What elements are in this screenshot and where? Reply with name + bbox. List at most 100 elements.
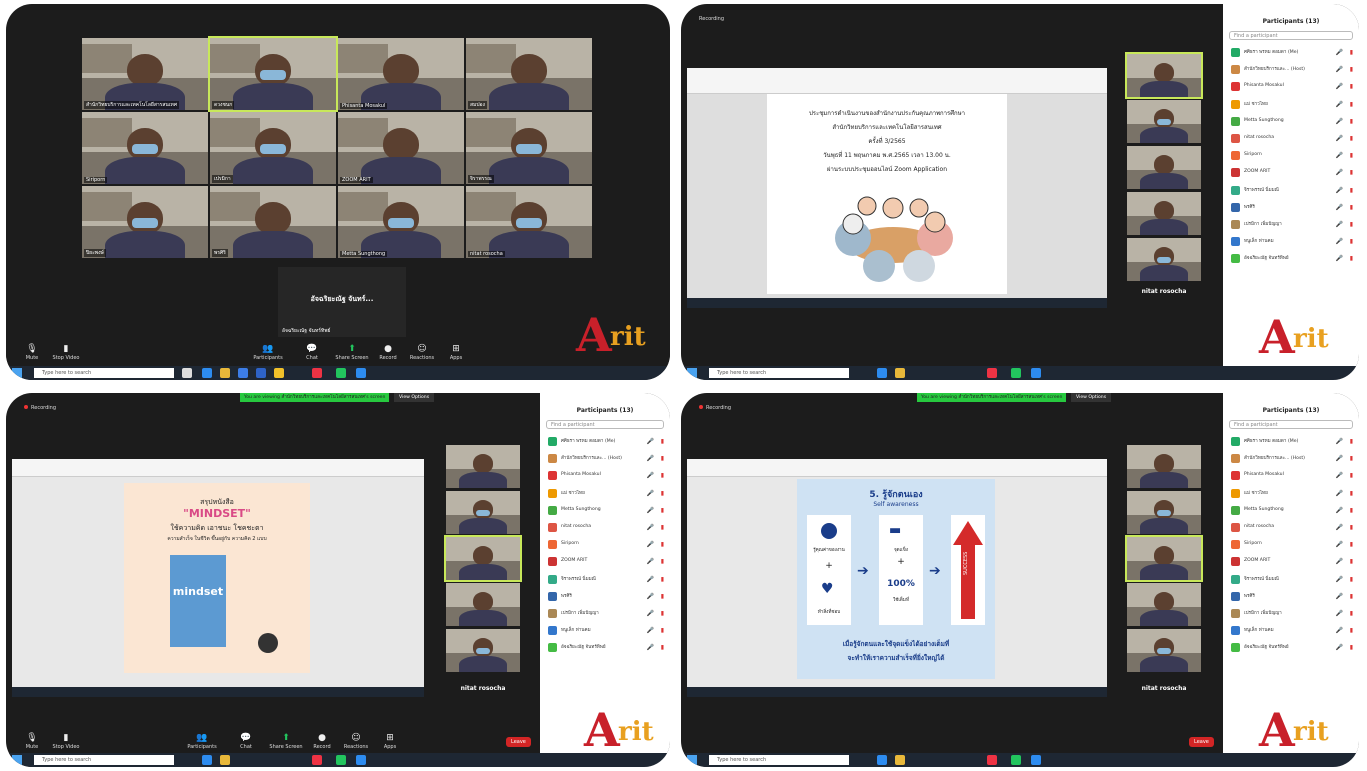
folder-icon[interactable] [895, 755, 905, 765]
participant-row[interactable]: ศศิธรา พรหม ตอมดา (Me) 🎤 ▮ [1223, 433, 1359, 450]
stop-video-button[interactable]: ▮ Stop Video [46, 344, 86, 361]
video-off-icon[interactable]: ▮ [661, 576, 664, 583]
video-tile[interactable]: Siriporn [82, 112, 208, 184]
video-off-icon[interactable]: ▮ [661, 593, 664, 600]
video-off-icon[interactable]: ▮ [1350, 204, 1353, 211]
view-options-button[interactable]: View Options [1071, 393, 1112, 402]
muted-mic-icon[interactable]: 🎤 [647, 524, 654, 531]
muted-mic-icon[interactable]: 🎤 [1336, 507, 1343, 514]
video-off-icon[interactable]: ▮ [1350, 472, 1353, 479]
participant-row[interactable]: อัจฉริยะณัฐ จันทร์ทิพย์ 🎤 ▮ [1223, 250, 1359, 267]
video-off-icon[interactable]: ▮ [1350, 507, 1353, 514]
muted-mic-icon[interactable]: 🎤 [1336, 221, 1343, 228]
video-off-icon[interactable]: ▮ [1350, 541, 1353, 548]
chrome-icon[interactable] [312, 368, 322, 378]
muted-mic-icon[interactable]: 🎤 [1336, 610, 1343, 617]
participant-row[interactable]: แม่ ชาวไทย 🎤 ▮ [1223, 96, 1359, 113]
viewer-toolbar[interactable] [12, 459, 424, 477]
participant-row[interactable]: พรศิริ 🎤 ▮ [540, 588, 670, 605]
participant-row[interactable]: สำนักวิทยบริการและ... (Host) 🎤 ▮ [540, 450, 670, 467]
video-off-icon[interactable]: ▮ [1350, 593, 1353, 600]
view-options-button[interactable]: View Options [394, 393, 435, 402]
participant-row[interactable]: Phisanta Mosakul 🎤 ▮ [1223, 467, 1359, 484]
participants-button[interactable]: 👥 Participants [248, 344, 288, 361]
muted-mic-icon[interactable]: 🎤 [647, 644, 654, 651]
video-off-icon[interactable]: ▮ [661, 610, 664, 617]
participants-button[interactable]: 👥 Participants [182, 733, 222, 750]
chrome-icon[interactable] [987, 755, 997, 765]
video-off-icon[interactable]: ▮ [1350, 610, 1353, 617]
video-tile[interactable] [1127, 583, 1201, 626]
video-off-icon[interactable]: ▮ [1350, 627, 1353, 634]
video-off-icon[interactable]: ▮ [1350, 576, 1353, 583]
muted-mic-icon[interactable]: 🎤 [647, 455, 654, 462]
participant-row[interactable]: nitat rosocha 🎤 ▮ [1223, 519, 1359, 536]
mail-icon[interactable] [256, 368, 266, 378]
muted-mic-icon[interactable]: 🎤 [647, 438, 654, 445]
participant-row[interactable]: ZOOM ARIT 🎤 ▮ [540, 553, 670, 570]
participant-row[interactable]: พรศิริ 🎤 ▮ [1223, 588, 1359, 605]
participant-row[interactable]: nitat rosocha 🎤 ▮ [540, 519, 670, 536]
leave-button[interactable]: Leave [1189, 737, 1214, 747]
video-off-icon[interactable]: ▮ [1350, 152, 1353, 159]
participant-row[interactable]: สำนักวิทยบริการและ... (Host) 🎤 ▮ [1223, 450, 1359, 467]
taskbar-search[interactable]: Type here to search [709, 755, 849, 765]
folder-icon[interactable] [895, 368, 905, 378]
video-tile[interactable] [446, 491, 520, 534]
store-icon[interactable] [238, 368, 248, 378]
folder-icon[interactable] [220, 368, 230, 378]
muted-mic-icon[interactable]: 🎤 [1336, 204, 1343, 211]
muted-mic-icon[interactable]: 🎤 [1336, 187, 1343, 194]
edge-icon[interactable] [877, 755, 887, 765]
video-off-icon[interactable]: ▮ [1350, 490, 1353, 497]
muted-mic-icon[interactable]: 🎤 [1336, 644, 1343, 651]
participant-row[interactable]: เปรมิกา เพิ่มปัญญา 🎤 ▮ [540, 605, 670, 622]
find-participant-input[interactable]: Find a participant [1229, 420, 1353, 429]
video-off-icon[interactable]: ▮ [1350, 455, 1353, 462]
video-off-icon[interactable]: ▮ [1350, 644, 1353, 651]
video-off-icon[interactable]: ▮ [1350, 83, 1353, 90]
leave-button[interactable]: Leave [506, 737, 531, 747]
viewer-toolbar[interactable] [687, 459, 1107, 477]
speaker-tile[interactable]: อัจฉริยะณัฐ จันทร์... อัจฉริยะณัฐ จันทร์… [278, 267, 406, 337]
video-tile[interactable]: ปิยะพงษ์ [82, 186, 208, 258]
taskbar-search[interactable]: Type here to search [34, 368, 174, 378]
windows-start-icon[interactable] [12, 755, 22, 765]
muted-mic-icon[interactable]: 🎤 [1336, 472, 1343, 479]
muted-mic-icon[interactable]: 🎤 [1336, 66, 1343, 73]
video-tile[interactable]: Metta Sungthong [338, 186, 464, 258]
muted-mic-icon[interactable]: 🎤 [1336, 455, 1343, 462]
video-off-icon[interactable]: ▮ [661, 490, 664, 497]
find-participant-input[interactable]: Find a participant [1229, 31, 1353, 40]
participant-row[interactable]: เปรมิกา เพิ่มปัญญา 🎤 ▮ [1223, 216, 1359, 233]
muted-mic-icon[interactable]: 🎤 [1336, 118, 1343, 125]
participant-row[interactable]: สำนักวิทยบริการและ... (Host) 🎤 ▮ [1223, 61, 1359, 78]
participant-row[interactable]: Metta Sungthong 🎤 ▮ [1223, 502, 1359, 519]
video-off-icon[interactable]: ▮ [1350, 49, 1353, 56]
video-off-icon[interactable]: ▮ [1350, 187, 1353, 194]
muted-mic-icon[interactable]: 🎤 [1336, 255, 1343, 262]
participant-row[interactable]: หนูเล็ก ท่านคม 🎤 ▮ [1223, 622, 1359, 639]
edge-icon[interactable] [202, 368, 212, 378]
muted-mic-icon[interactable]: 🎤 [1336, 169, 1343, 176]
line-icon[interactable] [1011, 368, 1021, 378]
video-off-icon[interactable]: ▮ [661, 438, 664, 445]
participant-row[interactable]: ZOOM ARIT 🎤 ▮ [1223, 553, 1359, 570]
zoom-icon[interactable] [356, 368, 366, 378]
muted-mic-icon[interactable]: 🎤 [1336, 524, 1343, 531]
video-tile[interactable]: เปรมิกา [210, 112, 336, 184]
muted-mic-icon[interactable]: 🎤 [647, 490, 654, 497]
participant-row[interactable]: หนูเล็ก ท่านคม 🎤 ▮ [540, 622, 670, 639]
video-tile[interactable]: สำนักวิทยบริการและเทคโนโลยีสารสนเทศ [82, 38, 208, 110]
muted-mic-icon[interactable]: 🎤 [1336, 593, 1343, 600]
pdf-toolbar[interactable] [687, 68, 1107, 94]
participant-row[interactable]: เปรมิกา เพิ่มปัญญา 🎤 ▮ [1223, 605, 1359, 622]
muted-mic-icon[interactable]: 🎤 [1336, 152, 1343, 159]
muted-mic-icon[interactable]: 🎤 [647, 507, 654, 514]
muted-mic-icon[interactable]: 🎤 [1336, 490, 1343, 497]
zoom-icon[interactable] [356, 755, 366, 765]
participant-row[interactable]: จิราพรรณ์ นิ่มมณี 🎤 ▮ [540, 571, 670, 588]
participant-row[interactable]: หนูเล็ก ท่านคม 🎤 ▮ [1223, 233, 1359, 250]
participant-row[interactable]: จิราพรรณ์ นิ่มมณี 🎤 ▮ [1223, 571, 1359, 588]
muted-mic-icon[interactable]: 🎤 [1336, 101, 1343, 108]
